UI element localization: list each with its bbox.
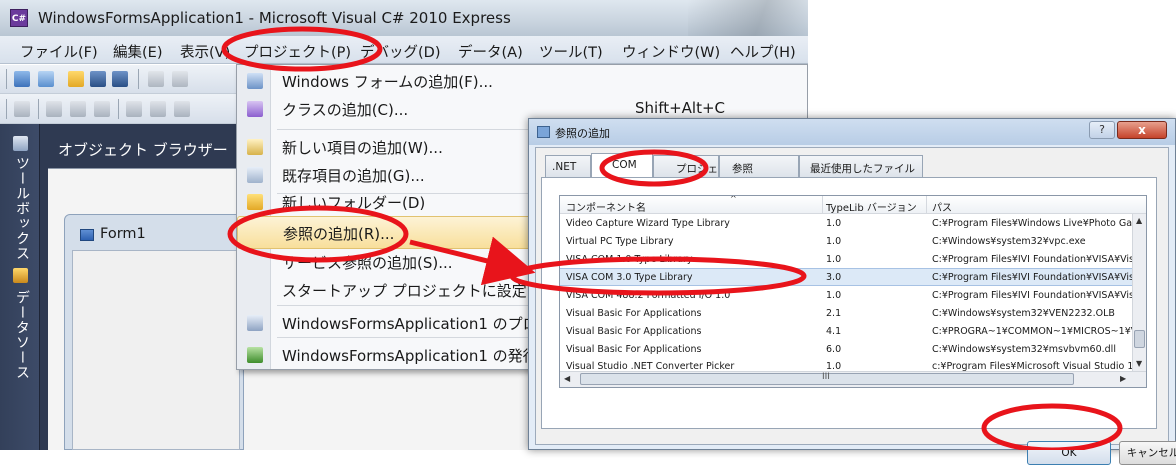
cancel-button[interactable]: キャンセル — [1119, 441, 1176, 465]
scroll-grip: III — [822, 372, 830, 382]
open-file-icon[interactable] — [68, 71, 84, 87]
copy-icon[interactable] — [172, 71, 188, 87]
dialog-title: 参照の追加 — [555, 127, 610, 140]
toolbox-tab[interactable]: ツールボックス — [12, 156, 32, 261]
window-title: WindowsFormsApplication1 - Microsoft Vis… — [38, 9, 511, 27]
list-row[interactable]: Visual Basic For Applications 6.0 C:¥Windo… — [560, 341, 1132, 359]
form-icon — [80, 229, 94, 241]
help-button[interactable]: ? — [1089, 121, 1115, 139]
list-row[interactable]: Video Capture Wizard Type Library 1.0 C:¥P… — [560, 215, 1132, 233]
shortcut-label: Shift+Alt+C — [635, 99, 726, 117]
vertical-scroll-thumb[interactable] — [1134, 330, 1145, 348]
list-header: コンポーネント名 ^ TypeLib バージョン パス — [560, 196, 1146, 214]
close-button[interactable]: x — [1117, 121, 1167, 139]
scroll-down-icon[interactable]: ▼ — [1136, 359, 1142, 368]
folder-icon — [247, 194, 263, 210]
menu-window[interactable]: ウィンドウ(W) — [622, 41, 720, 62]
menu-help[interactable]: ヘルプ(H) — [730, 41, 796, 62]
csharp-app-icon: C# — [10, 9, 28, 27]
ok-button[interactable]: OK — [1027, 441, 1111, 465]
title-bar: C# WindowsFormsApplication1 - Microsoft … — [0, 0, 808, 36]
list-row-selected[interactable]: VISA COM 3.0 Type Library 3.0 C:¥Program F… — [560, 268, 1132, 286]
align-bottom-icon[interactable] — [174, 101, 190, 117]
list-row[interactable]: Virtual PC Type Library 1.0 C:¥Windows¥sys… — [560, 233, 1132, 251]
cut-icon[interactable] — [148, 71, 164, 87]
datasource-icon[interactable] — [13, 268, 28, 283]
scroll-left-icon[interactable]: ◀ — [564, 374, 570, 383]
existing-item-icon — [247, 167, 263, 183]
align-top-icon[interactable] — [126, 101, 142, 117]
properties-icon — [247, 315, 263, 331]
tab-browse[interactable]: 参照 — [719, 155, 799, 177]
align-center-icon[interactable] — [70, 101, 86, 117]
column-path[interactable]: パス — [932, 199, 952, 214]
dialog-title-bar: 参照の追加 ? x — [529, 119, 1175, 145]
form1-body[interactable] — [72, 250, 240, 450]
component-list[interactable]: コンポーネント名 ^ TypeLib バージョン パス Video Captur… — [559, 195, 1147, 388]
datasource-tab[interactable]: データソース — [12, 290, 32, 380]
column-typelib-version[interactable]: TypeLib バージョン — [826, 199, 917, 214]
tab-dotnet[interactable]: .NET — [545, 155, 591, 177]
column-component-name[interactable]: コンポーネント名 — [566, 199, 646, 214]
publish-icon — [247, 347, 263, 363]
add-reference-dialog: 参照の追加 ? x .NET COM プロジェクト 参照 最近使用したファイル … — [528, 118, 1176, 465]
menu-edit[interactable]: 編集(E) — [113, 41, 162, 62]
align-grid-icon[interactable] — [14, 101, 30, 117]
class-icon — [247, 101, 263, 117]
side-panel: ツールボックス データソース — [0, 124, 40, 450]
align-right-icon[interactable] — [94, 101, 110, 117]
dialog-icon — [537, 126, 550, 138]
scroll-right-icon[interactable]: ▶ — [1120, 374, 1126, 383]
add-item-icon[interactable] — [38, 71, 54, 87]
list-row[interactable]: Visual Basic For Applications 2.1 C:¥Windo… — [560, 305, 1132, 323]
menu-data[interactable]: データ(A) — [458, 41, 523, 62]
align-left-icon[interactable] — [46, 101, 62, 117]
tab-projects[interactable]: プロジェクト — [653, 155, 739, 177]
menu-bar: ファイル(F) 編集(E) 表示(V) プロジェクト(P) デバッグ(D) デー… — [0, 36, 808, 64]
sort-arrow-icon: ^ — [730, 195, 737, 203]
windows-form-icon — [247, 73, 263, 89]
toolbox-icon[interactable] — [13, 136, 28, 151]
form1-title: Form1 — [100, 226, 146, 242]
list-row[interactable]: VISA COM 488.2 Formatted I/O 1.0 1.0 C:¥Pr… — [560, 287, 1132, 305]
tab-recent[interactable]: 最近使用したファイル — [799, 155, 923, 177]
save-all-icon[interactable] — [112, 71, 128, 87]
new-project-icon[interactable] — [14, 71, 30, 87]
menu-project[interactable]: プロジェクト(P) — [244, 41, 351, 62]
menu-debug[interactable]: デバッグ(D) — [360, 41, 440, 62]
menu-file[interactable]: ファイル(F) — [20, 41, 98, 62]
align-middle-icon[interactable] — [150, 101, 166, 117]
list-row[interactable]: VISA COM 1.0 Type Library 1.0 C:¥Program F… — [560, 251, 1132, 269]
tab-com[interactable]: COM — [591, 153, 653, 178]
list-row[interactable]: Visual Basic For Applications 4.1 C:¥PROGR… — [560, 323, 1132, 341]
menu-tools[interactable]: ツール(T) — [539, 41, 603, 62]
scroll-up-icon[interactable]: ▲ — [1136, 216, 1142, 225]
save-icon[interactable] — [90, 71, 106, 87]
new-item-icon — [247, 139, 263, 155]
tab-object-browser[interactable]: オブジェクト ブラウザー — [44, 130, 244, 166]
menu-view[interactable]: 表示(V) — [180, 41, 230, 62]
